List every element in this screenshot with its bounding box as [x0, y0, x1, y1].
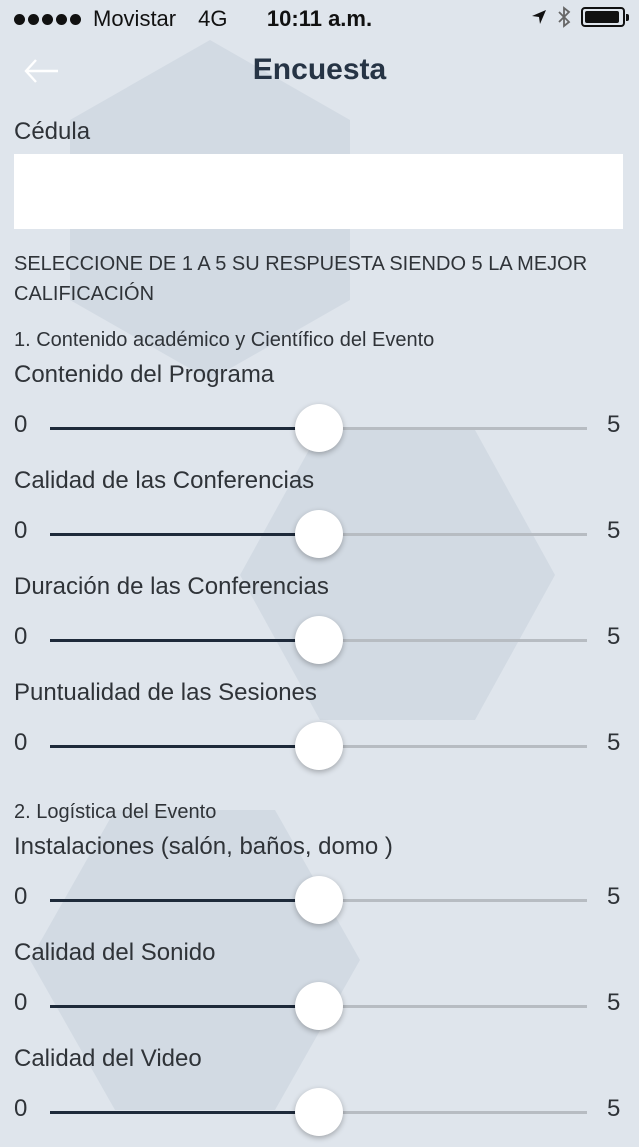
- slider-max-label: 5: [607, 729, 621, 756]
- slider-min-label: 0: [14, 1095, 28, 1122]
- page-title: Encuesta: [252, 53, 387, 86]
- instructions-text: SELECCIONE DE 1 A 5 SU RESPUESTA SIENDO …: [14, 253, 588, 305]
- rating-slider[interactable]: 05: [0, 711, 639, 781]
- question-label: Contenido del Programa: [14, 361, 275, 388]
- slider-fill: [50, 533, 319, 536]
- slider-fill: [50, 1005, 319, 1008]
- question-label: Calidad del Video: [14, 1045, 202, 1072]
- slider-min-label: 0: [14, 883, 28, 910]
- slider-max-label: 5: [607, 989, 621, 1016]
- question-label: Instalaciones (salón, baños, domo ): [14, 833, 393, 860]
- slider-min-label: 0: [14, 729, 28, 756]
- question-label: Puntualidad de las Sesiones: [14, 679, 317, 706]
- rating-slider[interactable]: 05: [0, 605, 639, 675]
- slider-track[interactable]: [50, 510, 587, 558]
- slider-max-label: 5: [607, 517, 621, 544]
- location-arrow-icon: [532, 10, 546, 24]
- rating-slider[interactable]: 05: [0, 865, 639, 935]
- slider-max-label: 5: [607, 623, 621, 650]
- slider-fill: [50, 639, 319, 642]
- slider-thumb[interactable]: [294, 510, 343, 558]
- section-title: 1. Contenido académico y Científico del …: [14, 329, 435, 351]
- bluetooth-icon: [558, 6, 571, 28]
- slider-thumb[interactable]: [294, 982, 343, 1030]
- slider-thumb[interactable]: [294, 1088, 343, 1136]
- status-right: [531, 6, 629, 28]
- slider-min-label: 0: [14, 517, 28, 544]
- navigation-bar: Encuesta: [0, 40, 639, 100]
- slider-track[interactable]: [50, 722, 587, 770]
- slider-fill: [50, 1111, 319, 1114]
- slider-min-label: 0: [14, 989, 28, 1016]
- rating-slider[interactable]: 05: [0, 971, 639, 1041]
- slider-min-label: 0: [14, 411, 28, 438]
- slider-track[interactable]: [50, 404, 587, 452]
- question-label: Calidad de las Conferencias: [14, 467, 315, 494]
- slider-thumb[interactable]: [294, 616, 343, 664]
- slider-track[interactable]: [50, 982, 587, 1030]
- cedula-label: Cédula: [14, 118, 91, 145]
- slider-thumb[interactable]: [294, 722, 343, 770]
- rating-slider[interactable]: 05: [0, 499, 639, 569]
- slider-fill: [50, 745, 319, 748]
- slider-track[interactable]: [50, 1088, 587, 1136]
- slider-fill: [50, 427, 319, 430]
- battery-level-fill: [585, 11, 619, 23]
- question-label: Duración de las Conferencias: [14, 573, 329, 600]
- survey-sections: 1. Contenido académico y Científico del …: [0, 323, 639, 1147]
- question-label: Calidad del Sonido: [14, 939, 216, 966]
- slider-thumb[interactable]: [294, 876, 343, 924]
- rating-slider[interactable]: 05: [0, 1077, 639, 1147]
- status-bar: Movistar 4G 10:11 a.m.: [0, 0, 639, 38]
- survey-form: Cédula SELECCIONE DE 1 A 5 SU RESPUESTA …: [0, 118, 639, 1147]
- slider-fill: [50, 899, 319, 902]
- slider-min-label: 0: [14, 623, 28, 650]
- battery-icon: [581, 7, 629, 27]
- slider-max-label: 5: [607, 1095, 621, 1122]
- slider-max-label: 5: [607, 411, 621, 438]
- rating-slider[interactable]: 05: [0, 393, 639, 463]
- slider-max-label: 5: [607, 883, 621, 910]
- slider-track[interactable]: [50, 876, 587, 924]
- section-title: 2. Logística del Evento: [14, 801, 217, 823]
- slider-thumb[interactable]: [294, 404, 343, 452]
- cedula-input[interactable]: [14, 154, 623, 229]
- slider-track[interactable]: [50, 616, 587, 664]
